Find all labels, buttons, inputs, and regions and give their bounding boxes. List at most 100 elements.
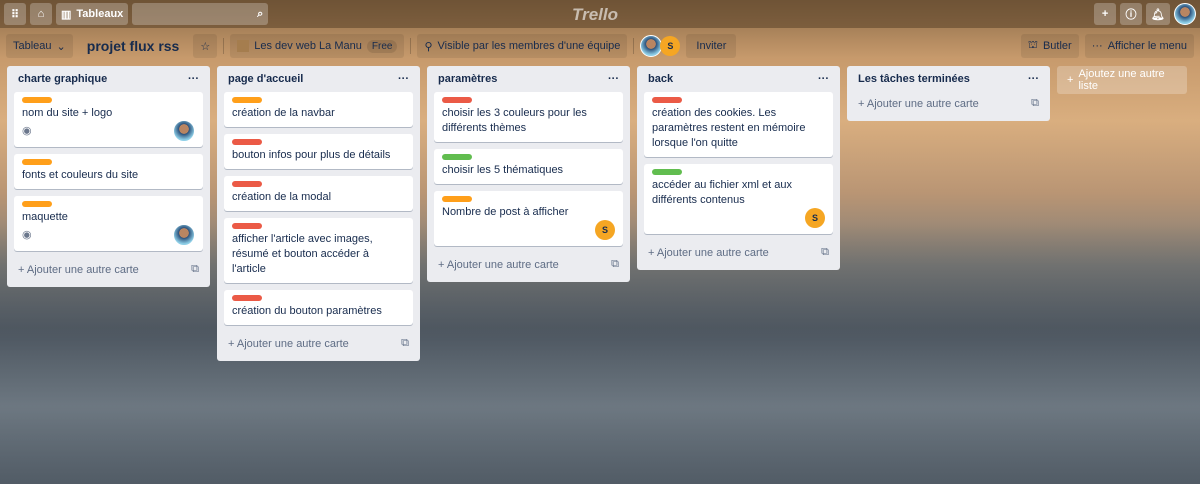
board-header: Tableau ⌄ projet flux rss ☆ Les dev web L… <box>6 34 1194 58</box>
list-title[interactable]: page d'accueil <box>228 73 303 85</box>
card-label[interactable] <box>22 201 52 207</box>
add-card-label: Ajouter une autre carte <box>26 263 139 276</box>
list-header[interactable]: Les tâches terminées ··· <box>854 66 1043 92</box>
list-menu-icon[interactable]: ··· <box>608 73 619 85</box>
list-header[interactable]: paramètres ··· <box>434 66 623 92</box>
list: charte graphique ··· nom du site + logo ◉ fo… <box>7 66 210 287</box>
card-label[interactable] <box>22 159 52 165</box>
list-menu-icon[interactable]: ··· <box>818 73 829 85</box>
visibility-button[interactable]: ⚲ Visible par les membres d'une équipe <box>417 34 628 58</box>
boards-label: Tableaux <box>76 8 124 20</box>
notifications-button[interactable]: 🔔︎ <box>1146 3 1170 25</box>
list-menu-icon[interactable]: ··· <box>1028 73 1039 85</box>
card[interactable]: choisir les 3 couleurs pour les différen… <box>434 92 623 142</box>
card-title: création des cookies. Les paramètres res… <box>652 107 806 149</box>
plus-icon: + <box>648 246 657 259</box>
home-button[interactable]: ⌂ <box>30 3 52 25</box>
list-menu-icon[interactable]: ··· <box>188 73 199 85</box>
card-label[interactable] <box>442 196 472 202</box>
card-label[interactable] <box>652 169 682 175</box>
view-switcher[interactable]: Tableau ⌄ <box>6 34 73 58</box>
watch-icon: ◉ <box>22 228 32 241</box>
card-title: Nombre de post à afficher <box>442 206 569 218</box>
card-label[interactable] <box>232 181 262 187</box>
list-title[interactable]: charte graphique <box>18 73 107 85</box>
card[interactable]: nom du site + logo ◉ <box>14 92 203 147</box>
list-title[interactable]: Les tâches terminées <box>858 73 970 85</box>
card[interactable]: création du bouton paramètres <box>224 290 413 325</box>
card[interactable]: accéder au fichier xml et aux différents… <box>644 164 833 234</box>
list-menu-icon[interactable]: ··· <box>398 73 409 85</box>
board-title[interactable]: projet flux rss <box>79 38 188 54</box>
card[interactable]: création de la modal <box>224 176 413 211</box>
menu-label: Afficher le menu <box>1107 40 1187 52</box>
add-list-button[interactable]: + Ajoutez une autre liste <box>1057 66 1187 94</box>
show-menu-button[interactable]: ··· Afficher le menu <box>1084 34 1194 58</box>
template-icon[interactable]: ⧉ <box>401 337 409 350</box>
card[interactable]: création de la navbar <box>224 92 413 127</box>
user-avatar[interactable] <box>1174 3 1196 25</box>
member-avatar-s[interactable]: S <box>595 220 615 240</box>
template-icon[interactable]: ⧉ <box>191 263 199 276</box>
member-avatar-s[interactable]: S <box>660 36 681 56</box>
add-card-button[interactable]: + Ajouter une autre carte ⧉ <box>14 258 203 281</box>
add-card-button[interactable]: + Ajouter une autre carte ⧉ <box>644 241 833 264</box>
card-title: choisir les 3 couleurs pour les différen… <box>442 107 587 134</box>
add-card-button[interactable]: + Ajouter une autre carte ⧉ <box>854 92 1043 115</box>
member-avatar[interactable] <box>173 120 195 142</box>
card-label[interactable] <box>232 295 262 301</box>
template-icon[interactable]: ⧉ <box>611 258 619 271</box>
add-card-button[interactable]: + Ajouter une autre carte ⧉ <box>224 332 413 355</box>
list-header[interactable]: page d'accueil ··· <box>224 66 413 92</box>
team-button[interactable]: Les dev web La Manu Free <box>230 34 405 58</box>
chevron-down-icon: ⌄ <box>56 40 66 53</box>
invite-button[interactable]: Inviter <box>686 34 737 58</box>
list-header[interactable]: back ··· <box>644 66 833 92</box>
star-button[interactable]: ☆ <box>193 34 218 58</box>
watch-icon: ◉ <box>22 124 32 137</box>
list-title[interactable]: back <box>648 73 673 85</box>
card[interactable]: création des cookies. Les paramètres res… <box>644 92 833 157</box>
list-title[interactable]: paramètres <box>438 73 497 85</box>
template-icon[interactable]: ⧉ <box>821 246 829 259</box>
list: paramètres ··· choisir les 3 couleurs pour… <box>427 66 630 282</box>
card[interactable]: maquette ◉ <box>14 196 203 251</box>
card-title: création du bouton paramètres <box>232 305 382 317</box>
card[interactable]: choisir les 5 thématiques <box>434 149 623 184</box>
card-label[interactable] <box>232 223 262 229</box>
card-title: bouton infos pour plus de détails <box>232 149 391 161</box>
card[interactable]: bouton infos pour plus de détails <box>224 134 413 169</box>
card[interactable]: afficher l'article avec images, résumé e… <box>224 218 413 283</box>
divider <box>633 38 635 54</box>
member-avatar[interactable] <box>173 224 195 246</box>
create-button[interactable]: + <box>1094 3 1117 25</box>
card-label[interactable] <box>442 154 472 160</box>
card[interactable]: fonts et couleurs du site <box>14 154 203 189</box>
butler-button[interactable]: ⛫ Butler <box>1020 34 1079 58</box>
list-header[interactable]: charte graphique ··· <box>14 66 203 92</box>
card[interactable]: Nombre de post à afficher S <box>434 191 623 246</box>
card-label[interactable] <box>232 97 262 103</box>
member-avatar[interactable] <box>640 35 663 57</box>
trello-logo: Trello <box>572 5 618 24</box>
card-title: afficher l'article avec images, résumé e… <box>232 233 373 275</box>
divider <box>410 38 412 54</box>
boards-icon: ▥ <box>61 8 72 21</box>
info-button[interactable]: ⓘ <box>1120 3 1143 25</box>
team-visibility-icon: ⚲ <box>424 40 433 53</box>
member-avatar-s[interactable]: S <box>805 208 825 228</box>
card-title: création de la navbar <box>232 107 335 119</box>
butler-label: Butler <box>1042 40 1072 52</box>
boards-button[interactable]: ▥ Tableaux <box>56 3 129 25</box>
card-label[interactable] <box>652 97 682 103</box>
apps-button[interactable]: ⠿ <box>4 3 26 25</box>
list: page d'accueil ··· création de la navbar bo… <box>217 66 420 361</box>
card-label[interactable] <box>442 97 472 103</box>
add-card-button[interactable]: + Ajouter une autre carte ⧉ <box>434 253 623 276</box>
search-input[interactable]: ⌕ <box>132 3 269 25</box>
template-icon[interactable]: ⧉ <box>1031 97 1039 110</box>
search-icon: ⌕ <box>257 7 264 20</box>
card-label[interactable] <box>22 97 52 103</box>
card-label[interactable] <box>232 139 262 145</box>
team-name: Les dev web La Manu <box>254 40 362 52</box>
